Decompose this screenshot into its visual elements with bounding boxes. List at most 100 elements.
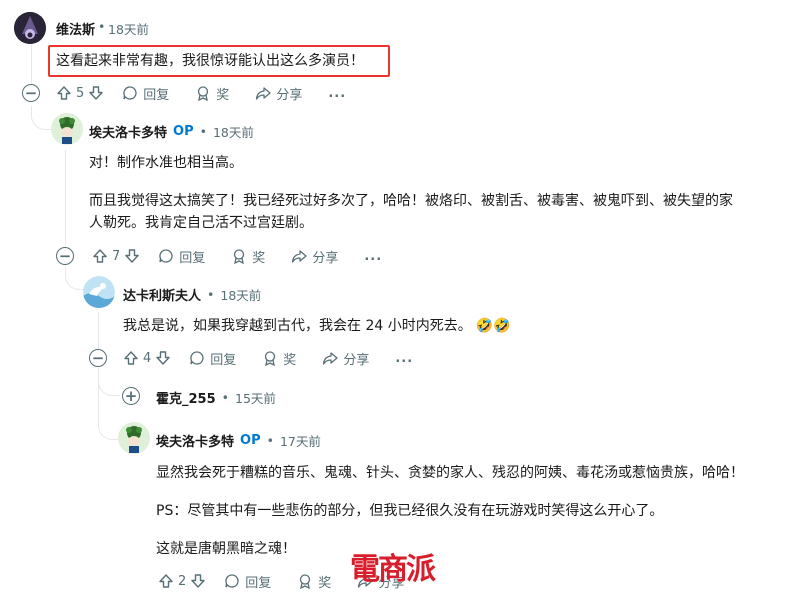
- comment-actions: 5 回复 奖 分享 ...: [56, 79, 346, 107]
- award-icon: [198, 86, 209, 101]
- wizard-avatar-icon: [14, 12, 46, 44]
- award-button[interactable]: 奖: [195, 84, 229, 103]
- share-label: 分享: [312, 250, 339, 266]
- reply-label: 回复: [179, 250, 206, 266]
- share-icon: [256, 87, 271, 100]
- collapse-button[interactable]: −: [22, 84, 40, 102]
- downvote-button[interactable]: [88, 85, 104, 101]
- reply-button[interactable]: 回复: [224, 572, 271, 591]
- downvote-button[interactable]: [124, 248, 140, 264]
- avatar[interactable]: [118, 422, 150, 454]
- share-button[interactable]: 分享: [255, 84, 302, 103]
- comment-body: 人勒死。我肯定自己活不过宫廷剧。: [89, 215, 313, 231]
- award-button[interactable]: 奖: [297, 572, 331, 591]
- comment-author[interactable]: 埃夫洛卡多特: [156, 431, 234, 450]
- downvote-icon: [125, 249, 139, 263]
- reply-label: 回复: [143, 87, 170, 103]
- collapse-button[interactable]: −: [56, 247, 74, 265]
- comment-icon: [190, 351, 204, 365]
- vote-count: 2: [178, 573, 187, 589]
- reply-label: 回复: [210, 352, 237, 368]
- comment-time: 18天前: [108, 22, 149, 37]
- award-label: 奖: [318, 575, 332, 591]
- downvote-icon: [156, 351, 170, 365]
- thread-line: [98, 312, 99, 350]
- plus-icon: +: [124, 386, 138, 405]
- downvote-icon: [89, 86, 103, 100]
- thread-connector: [65, 266, 85, 290]
- comment-icon: [123, 86, 137, 100]
- award-label: 奖: [216, 87, 230, 103]
- share-label: 分享: [343, 352, 370, 368]
- minus-icon: −: [24, 83, 38, 102]
- comment-body: 这看起来非常有趣，我很惊讶能认出这么多演员！: [56, 53, 364, 69]
- more-icon: ...: [328, 85, 347, 101]
- comment-icon: [225, 574, 239, 588]
- dot-separator: •: [207, 287, 215, 302]
- thread-connector: [98, 384, 118, 440]
- award-label: 奖: [252, 250, 266, 266]
- watermark: 電商派: [350, 552, 436, 587]
- award-icon: [300, 574, 311, 589]
- op-badge: OP: [173, 124, 194, 139]
- comment-author[interactable]: 维法斯: [56, 19, 95, 38]
- share-button[interactable]: 分享: [291, 247, 338, 266]
- comment-body: 我总是说，如果我穿越到古代，我会在 24 小时内死去。: [123, 318, 472, 334]
- upvote-icon: [124, 351, 138, 365]
- comment-icon: [159, 249, 173, 263]
- upvote-button[interactable]: [123, 350, 139, 366]
- comment-time: 18天前: [212, 125, 254, 140]
- upvote-button[interactable]: [158, 573, 174, 589]
- upvote-icon: [159, 574, 173, 588]
- comment-body: PS：尽管其中有一些悲伤的部分，但我已经很久没有在玩游戏时笑得这么开心了。: [156, 503, 664, 519]
- comment-body: 显然我会死于糟糕的音乐、鬼魂、针头、贪婪的家人、残忍的阿姨、毒花汤或惹恼贵族，哈…: [156, 465, 744, 481]
- more-options-button[interactable]: ...: [395, 351, 413, 366]
- sea-avatar-icon: [83, 276, 115, 308]
- upvote-icon: [93, 249, 107, 263]
- reply-button[interactable]: 回复: [122, 84, 169, 103]
- downvote-button[interactable]: [190, 573, 206, 589]
- share-button[interactable]: 分享: [322, 349, 369, 368]
- comment-actions: 7 回复 奖 分享 ...: [92, 242, 382, 270]
- comment-body: 这就是唐朝黑暗之魂！: [156, 541, 296, 557]
- comment-author[interactable]: 霍克_255: [156, 388, 216, 407]
- award-button[interactable]: 奖: [231, 247, 265, 266]
- comment-header: 埃夫洛卡多特 OP • 18天前: [89, 122, 254, 141]
- collapse-button[interactable]: −: [89, 349, 107, 367]
- more-icon: ...: [395, 350, 414, 366]
- vote-count: 5: [76, 85, 85, 101]
- share-icon: [323, 352, 338, 365]
- upvote-button[interactable]: [92, 248, 108, 264]
- comment-body: 而且我觉得这太搞笑了！我已经死过好多次了，哈哈！被烙印、被割舌、被毒害、被鬼吓到…: [89, 193, 733, 209]
- op-badge: OP: [240, 433, 261, 448]
- more-icon: ...: [364, 248, 383, 264]
- comment-time: 18天前: [220, 288, 262, 303]
- more-options-button[interactable]: ...: [364, 249, 382, 264]
- reply-button[interactable]: 回复: [158, 247, 205, 266]
- laughing-emoji-icon: 🤣🤣: [475, 318, 511, 334]
- upvote-icon: [57, 86, 71, 100]
- upvote-button[interactable]: [56, 85, 72, 101]
- award-label: 奖: [283, 352, 297, 368]
- comment-header: 霍克_255 • 15天前: [156, 388, 276, 407]
- comment-author[interactable]: 达卡利斯夫人: [123, 285, 201, 304]
- comment-header: 达卡利斯夫人 • 18天前: [123, 285, 261, 304]
- reply-button[interactable]: 回复: [189, 349, 236, 368]
- snoo-avatar-icon: [118, 422, 150, 454]
- dot-separator: •: [199, 124, 207, 139]
- avatar[interactable]: [83, 276, 115, 308]
- comment-author[interactable]: 埃夫洛卡多特: [89, 122, 167, 141]
- dot-separator: •: [221, 390, 230, 405]
- avatar[interactable]: [51, 113, 83, 145]
- downvote-button[interactable]: [155, 350, 171, 366]
- more-options-button[interactable]: ...: [328, 86, 346, 101]
- reply-label: 回复: [245, 575, 272, 591]
- vote-count: 7: [112, 248, 121, 264]
- minus-icon: −: [58, 246, 72, 265]
- award-button[interactable]: 奖: [262, 349, 296, 368]
- vote-count: 4: [143, 350, 152, 366]
- avatar[interactable]: [14, 12, 46, 44]
- expand-button[interactable]: +: [122, 387, 140, 405]
- comment-body: 对！制作水准也相当高。: [89, 155, 243, 171]
- comment-time: 15天前: [235, 391, 276, 406]
